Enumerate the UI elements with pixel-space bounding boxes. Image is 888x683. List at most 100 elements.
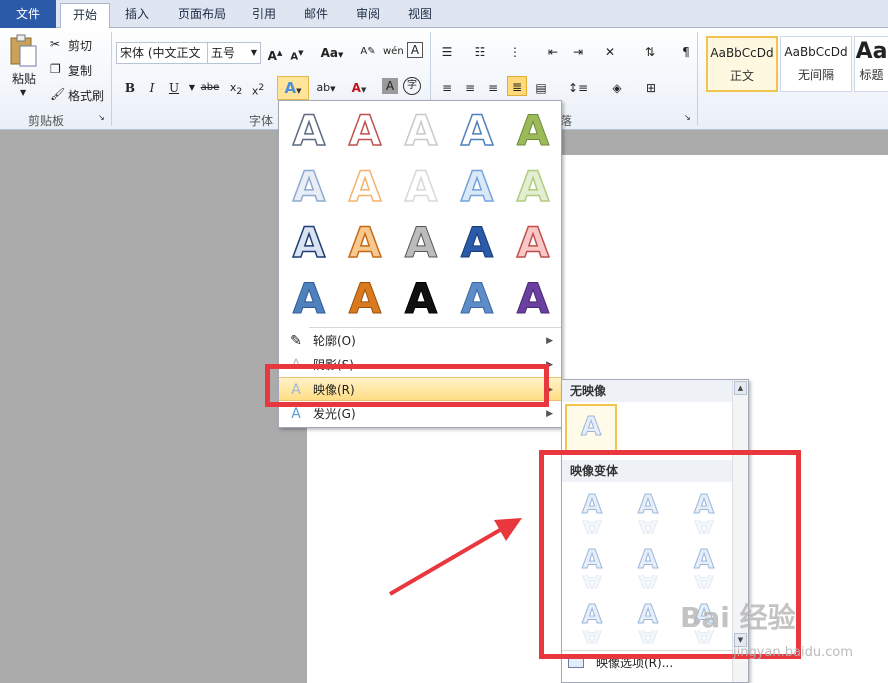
tab-page-layout[interactable]: 页面布局 [170, 3, 234, 28]
numbering-icon[interactable]: ☷ [470, 42, 490, 62]
no-reflection-header: 无映像 [562, 380, 732, 402]
text-effect-option[interactable]: A [449, 103, 505, 159]
menu-item-label: 轮廓(O) [313, 334, 356, 348]
letter-a-icon: A [580, 412, 602, 443]
text-effect-option[interactable]: A [393, 159, 449, 215]
decrease-indent-icon[interactable]: ⇤ [543, 42, 563, 62]
group-separator [111, 32, 112, 126]
annotation-box-reflection-item [265, 364, 549, 407]
character-shading-icon[interactable]: A [382, 78, 398, 94]
menu-divider [309, 327, 561, 328]
outline-pen-icon: ✎ [290, 333, 302, 349]
text-effect-option[interactable]: A [505, 215, 561, 271]
sort-icon[interactable]: ⇅ [640, 42, 660, 62]
text-effect-option[interactable]: A [505, 159, 561, 215]
line-spacing-icon[interactable]: ↕≡ [565, 78, 591, 98]
borders-icon[interactable]: ⊞ [638, 78, 664, 98]
font-size-combo[interactable]: 五号 ▼ [207, 42, 261, 64]
enclose-characters-icon[interactable]: 字 [403, 77, 421, 95]
chinese-layout-icon[interactable]: ✕ [600, 42, 620, 62]
text-effect-option[interactable]: A [393, 103, 449, 159]
no-reflection-option[interactable]: A [565, 404, 617, 454]
tab-insert[interactable]: 插入 [114, 3, 160, 28]
text-effect-option[interactable]: A [337, 271, 393, 327]
shading-icon[interactable]: ◈ [604, 78, 630, 98]
clear-formatting-icon[interactable]: A✎ [358, 42, 378, 62]
underline-icon[interactable]: U [164, 78, 184, 98]
align-left-icon[interactable]: ≡ [437, 78, 457, 98]
format-painter-button[interactable]: 格式刷 [68, 87, 104, 104]
paste-dropdown-chevron-icon[interactable]: ▼ [20, 88, 30, 97]
chevron-down-icon: ▼ [250, 48, 257, 57]
clipboard-launcher-icon[interactable]: ↘ [98, 113, 105, 122]
text-effect-option[interactable]: A [393, 271, 449, 327]
grow-font-icon[interactable]: A▲ [265, 43, 285, 63]
text-effect-option[interactable]: A [281, 103, 337, 159]
format-painter-icon[interactable]: 🖌 [50, 87, 65, 101]
tab-mailings[interactable]: 邮件 [296, 3, 336, 28]
change-case-icon[interactable]: Aa▼ [318, 43, 346, 63]
style-no-spacing[interactable]: AaBbCcDd 无间隔 [780, 36, 852, 92]
copy-button[interactable]: 复制 [68, 62, 92, 79]
font-group-label: 字体 [249, 114, 274, 128]
cut-button[interactable]: 剪切 [68, 37, 92, 54]
bullets-icon[interactable]: ☰ [437, 42, 457, 62]
italic-icon[interactable]: I [142, 78, 162, 98]
multilevel-list-icon[interactable]: ⋮ [505, 42, 525, 62]
tab-review[interactable]: 审阅 [348, 3, 388, 28]
text-effect-option[interactable]: A [449, 215, 505, 271]
style-heading[interactable]: Aa 标题 [854, 36, 888, 92]
paste-icon[interactable] [8, 34, 42, 70]
submenu-arrow-icon: ▶ [546, 336, 553, 346]
distributed-icon[interactable]: ▤ [531, 78, 551, 98]
menu-item-outline[interactable]: ✎ 轮廓(O) ▶ [279, 329, 561, 353]
shrink-font-icon[interactable]: A▼ [287, 43, 307, 63]
text-effects-button[interactable]: A▼ [277, 76, 309, 100]
show-marks-icon[interactable]: ¶ [676, 42, 696, 62]
tab-home[interactable]: 开始 [60, 3, 110, 29]
font-color-icon[interactable]: A▼ [345, 78, 373, 98]
bold-icon[interactable]: B [120, 78, 140, 98]
strikethrough-icon[interactable]: abe [200, 78, 220, 98]
justify-icon[interactable]: ≣ [507, 76, 527, 96]
text-effect-option[interactable]: A [281, 159, 337, 215]
text-effect-option[interactable]: A [449, 271, 505, 327]
text-effect-option[interactable]: A [393, 215, 449, 271]
text-effect-option[interactable]: A [337, 103, 393, 159]
tab-references[interactable]: 引用 [244, 3, 284, 28]
text-effect-option[interactable]: A [337, 159, 393, 215]
font-name-combo[interactable]: 宋体 (中文正文 [116, 42, 208, 64]
paragraph-launcher-icon[interactable]: ↘ [684, 113, 691, 122]
align-center-icon[interactable]: ≡ [460, 78, 480, 98]
text-effect-option[interactable]: A [337, 215, 393, 271]
ribbon-tab-bar: 文件 开始 插入 页面布局 引用 邮件 审阅 视图 [0, 0, 888, 29]
underline-dropdown-icon[interactable]: ▼ [182, 78, 202, 98]
phonetic-guide-icon[interactable]: wén [383, 42, 404, 62]
tab-view[interactable]: 视图 [400, 3, 440, 28]
paste-button[interactable]: 粘贴 [12, 70, 42, 87]
style-name: 正文 [729, 69, 754, 83]
increase-indent-icon[interactable]: ⇥ [568, 42, 588, 62]
highlight-color-icon[interactable]: ab▼ [312, 78, 340, 98]
character-border-icon[interactable]: A [407, 42, 423, 58]
align-right-icon[interactable]: ≡ [483, 78, 503, 98]
style-name: 无间隔 [797, 68, 834, 82]
copy-icon[interactable]: ❐ [50, 62, 61, 76]
tab-file[interactable]: 文件 [0, 0, 56, 28]
group-separator [697, 32, 698, 126]
font-size-value: 五号 [211, 46, 236, 60]
style-sample: AaBbCcDd [710, 46, 774, 60]
text-effect-option[interactable]: A [281, 271, 337, 327]
text-effect-option[interactable]: A [449, 159, 505, 215]
glow-icon: A [291, 406, 301, 422]
superscript-icon[interactable]: x2 [248, 78, 268, 98]
style-name: 标题 [859, 68, 884, 82]
text-effect-option[interactable]: A [505, 103, 561, 159]
style-normal[interactable]: AaBbCcDd 正文 [706, 36, 778, 92]
subscript-icon[interactable]: x2 [226, 78, 246, 98]
text-effect-option[interactable]: A [505, 271, 561, 327]
cut-icon[interactable]: ✂ [50, 37, 60, 51]
scroll-up-icon[interactable]: ▲ [734, 381, 747, 395]
clipboard-group-label: 剪贴板 [28, 114, 65, 128]
text-effect-option[interactable]: A [281, 215, 337, 271]
